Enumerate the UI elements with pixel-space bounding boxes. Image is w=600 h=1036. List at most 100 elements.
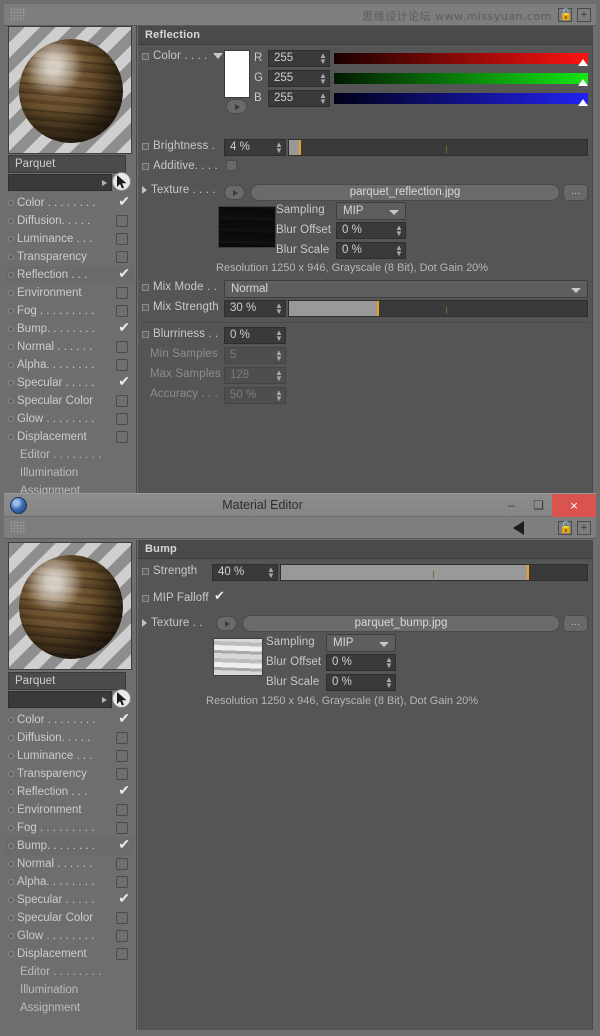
lock-icon-bottom[interactable]: 🔓 bbox=[558, 521, 573, 535]
reflection-texture-browse-button[interactable]: ... bbox=[563, 184, 588, 201]
channel-checkbox-checked[interactable]: ✔ bbox=[118, 374, 130, 388]
channel-item-transparency[interactable]: Transparency bbox=[6, 248, 134, 266]
channel-bullet-icon[interactable] bbox=[8, 416, 14, 422]
brightness-spinner[interactable]: ▲ ▼ bbox=[275, 141, 283, 155]
channel-checkbox[interactable] bbox=[116, 948, 128, 960]
channel-search-top[interactable] bbox=[8, 174, 112, 191]
channel-bullet-icon[interactable] bbox=[8, 290, 14, 296]
channel-item-environment[interactable]: Environment bbox=[6, 284, 134, 302]
channel-checkbox-checked[interactable]: ✔ bbox=[118, 783, 130, 797]
channel-checkbox[interactable] bbox=[116, 395, 128, 407]
bump-texture-expand-triangle-icon[interactable] bbox=[142, 619, 147, 627]
channel-page-assignment[interactable]: Assignment bbox=[6, 999, 134, 1017]
channel-item-normal[interactable]: Normal . . . . . . bbox=[6, 855, 134, 873]
minimize-button[interactable]: – bbox=[498, 494, 525, 517]
channel-item-luminance[interactable]: Luminance . . . bbox=[6, 230, 134, 248]
channel-item-diffusion[interactable]: Diffusion. . . . . bbox=[6, 212, 134, 230]
channel-checkbox[interactable] bbox=[116, 413, 128, 425]
add-icon[interactable]: + bbox=[577, 8, 591, 22]
mix-mode-bullet-icon[interactable] bbox=[142, 283, 149, 291]
channel-bullet-icon[interactable] bbox=[8, 933, 14, 939]
close-button[interactable]: × bbox=[552, 493, 596, 517]
channel-checkbox-checked[interactable]: ✔ bbox=[118, 320, 130, 334]
rgb-field-r[interactable]: 255 ▲ ▼ bbox=[268, 50, 330, 67]
lock-icon[interactable]: 🔓 bbox=[558, 8, 573, 22]
channel-item-glow[interactable]: Glow . . . . . . . . bbox=[6, 927, 134, 945]
brightness-field[interactable]: 4 % ▲ ▼ bbox=[224, 139, 286, 156]
bump-texture-browse-button[interactable]: ... bbox=[563, 615, 588, 632]
channel-checkbox[interactable] bbox=[116, 732, 128, 744]
channel-checkbox[interactable] bbox=[116, 251, 128, 263]
channel-bullet-icon[interactable] bbox=[8, 861, 14, 867]
bump-blur-offset-field[interactable]: 0 % ▲ ▼ bbox=[326, 654, 396, 671]
rgb-gradient-bar-b[interactable] bbox=[334, 93, 588, 104]
channel-bullet-icon[interactable] bbox=[8, 308, 14, 314]
channel-item-displacement[interactable]: Displacement bbox=[6, 428, 134, 446]
channel-bullet-icon[interactable] bbox=[8, 717, 14, 723]
pick-cursor-icon-top[interactable] bbox=[112, 172, 131, 191]
mip-falloff-checkbox[interactable] bbox=[214, 589, 227, 604]
channel-bullet-icon[interactable] bbox=[8, 825, 14, 831]
bump-strength-spinner[interactable]: ▲ ▼ bbox=[267, 566, 275, 580]
bump-blur-scale-spinner[interactable]: ▲ ▼ bbox=[385, 676, 393, 690]
bump-texture-thumbnail[interactable] bbox=[213, 638, 263, 676]
channel-page-editor[interactable]: Editor . . . . . . . . bbox=[6, 963, 134, 981]
rgb-slider-handle-g[interactable] bbox=[578, 79, 588, 86]
channel-item-transparency[interactable]: Transparency bbox=[6, 765, 134, 783]
reflection-blur-scale-spinner[interactable]: ▲ ▼ bbox=[395, 244, 403, 258]
channel-bullet-icon[interactable] bbox=[8, 434, 14, 440]
material-name-bottom[interactable]: Parquet bbox=[8, 672, 126, 690]
mix-strength-bullet-icon[interactable] bbox=[142, 303, 149, 311]
channel-checkbox[interactable] bbox=[116, 912, 128, 924]
reflection-blur-offset-field[interactable]: 0 % ▲ ▼ bbox=[336, 222, 406, 239]
channel-bullet-icon[interactable] bbox=[8, 951, 14, 957]
channel-checkbox[interactable] bbox=[116, 822, 128, 834]
channel-checkbox[interactable] bbox=[116, 359, 128, 371]
maximize-button[interactable]: ❑ bbox=[525, 494, 552, 517]
drag-grip-icon-bottom[interactable] bbox=[10, 521, 26, 534]
channel-checkbox[interactable] bbox=[116, 287, 128, 299]
channel-item-specular-color[interactable]: Specular Color bbox=[6, 392, 134, 410]
channel-bullet-icon[interactable] bbox=[8, 897, 14, 903]
channel-item-reflection[interactable]: Reflection . . . ✔ bbox=[6, 783, 134, 801]
channel-item-color[interactable]: Color . . . . . . . . ✔ bbox=[6, 711, 134, 729]
channel-checkbox[interactable] bbox=[116, 804, 128, 816]
channel-bullet-icon[interactable] bbox=[8, 789, 14, 795]
rgb-gradient-bar-g[interactable] bbox=[334, 73, 588, 84]
brightness-slider[interactable] bbox=[288, 139, 588, 156]
channel-checkbox[interactable] bbox=[116, 233, 128, 245]
reflection-texture-path[interactable]: parquet_reflection.jpg bbox=[250, 184, 560, 201]
channel-item-color[interactable]: Color . . . . . . . . ✔ bbox=[6, 194, 134, 212]
color-bullet-icon[interactable] bbox=[142, 52, 149, 60]
material-preview-top[interactable] bbox=[8, 26, 132, 154]
channel-item-normal[interactable]: Normal . . . . . . bbox=[6, 338, 134, 356]
drag-grip-icon[interactable] bbox=[10, 8, 26, 21]
channel-item-luminance[interactable]: Luminance . . . bbox=[6, 747, 134, 765]
back-arrow-icon[interactable] bbox=[513, 521, 524, 535]
material-editor-titlebar[interactable]: Material Editor – ❑ × bbox=[4, 493, 596, 517]
channel-bullet-icon[interactable] bbox=[8, 200, 14, 206]
channel-bullet-icon[interactable] bbox=[8, 272, 14, 278]
rgb-field-b[interactable]: 255 ▲ ▼ bbox=[268, 90, 330, 107]
reflection-sampling-combo[interactable]: MIP bbox=[336, 202, 406, 220]
channel-page-editor[interactable]: Editor . . . . . . . . bbox=[6, 446, 134, 464]
channel-checkbox-checked[interactable]: ✔ bbox=[118, 194, 130, 208]
channel-checkbox[interactable] bbox=[116, 341, 128, 353]
channel-item-bump[interactable]: Bump. . . . . . . . ✔ bbox=[6, 320, 134, 338]
mix-strength-slider[interactable] bbox=[288, 300, 588, 317]
texture-play-button[interactable] bbox=[224, 185, 245, 200]
channel-bullet-icon[interactable] bbox=[8, 398, 14, 404]
bump-texture-path[interactable]: parquet_bump.jpg bbox=[242, 615, 560, 632]
channel-bullet-icon[interactable] bbox=[8, 843, 14, 849]
material-preview-bottom[interactable] bbox=[8, 542, 132, 670]
channel-bullet-icon[interactable] bbox=[8, 771, 14, 777]
channel-item-bump[interactable]: Bump. . . . . . . . ✔ bbox=[6, 837, 134, 855]
bump-sampling-combo[interactable]: MIP bbox=[326, 634, 396, 652]
channel-bullet-icon[interactable] bbox=[8, 326, 14, 332]
channel-checkbox[interactable] bbox=[116, 858, 128, 870]
channel-bullet-icon[interactable] bbox=[8, 380, 14, 386]
channel-item-diffusion[interactable]: Diffusion. . . . . bbox=[6, 729, 134, 747]
bump-strength-field[interactable]: 40 % ▲ ▼ bbox=[212, 564, 278, 581]
channel-bullet-icon[interactable] bbox=[8, 362, 14, 368]
channel-item-glow[interactable]: Glow . . . . . . . . bbox=[6, 410, 134, 428]
